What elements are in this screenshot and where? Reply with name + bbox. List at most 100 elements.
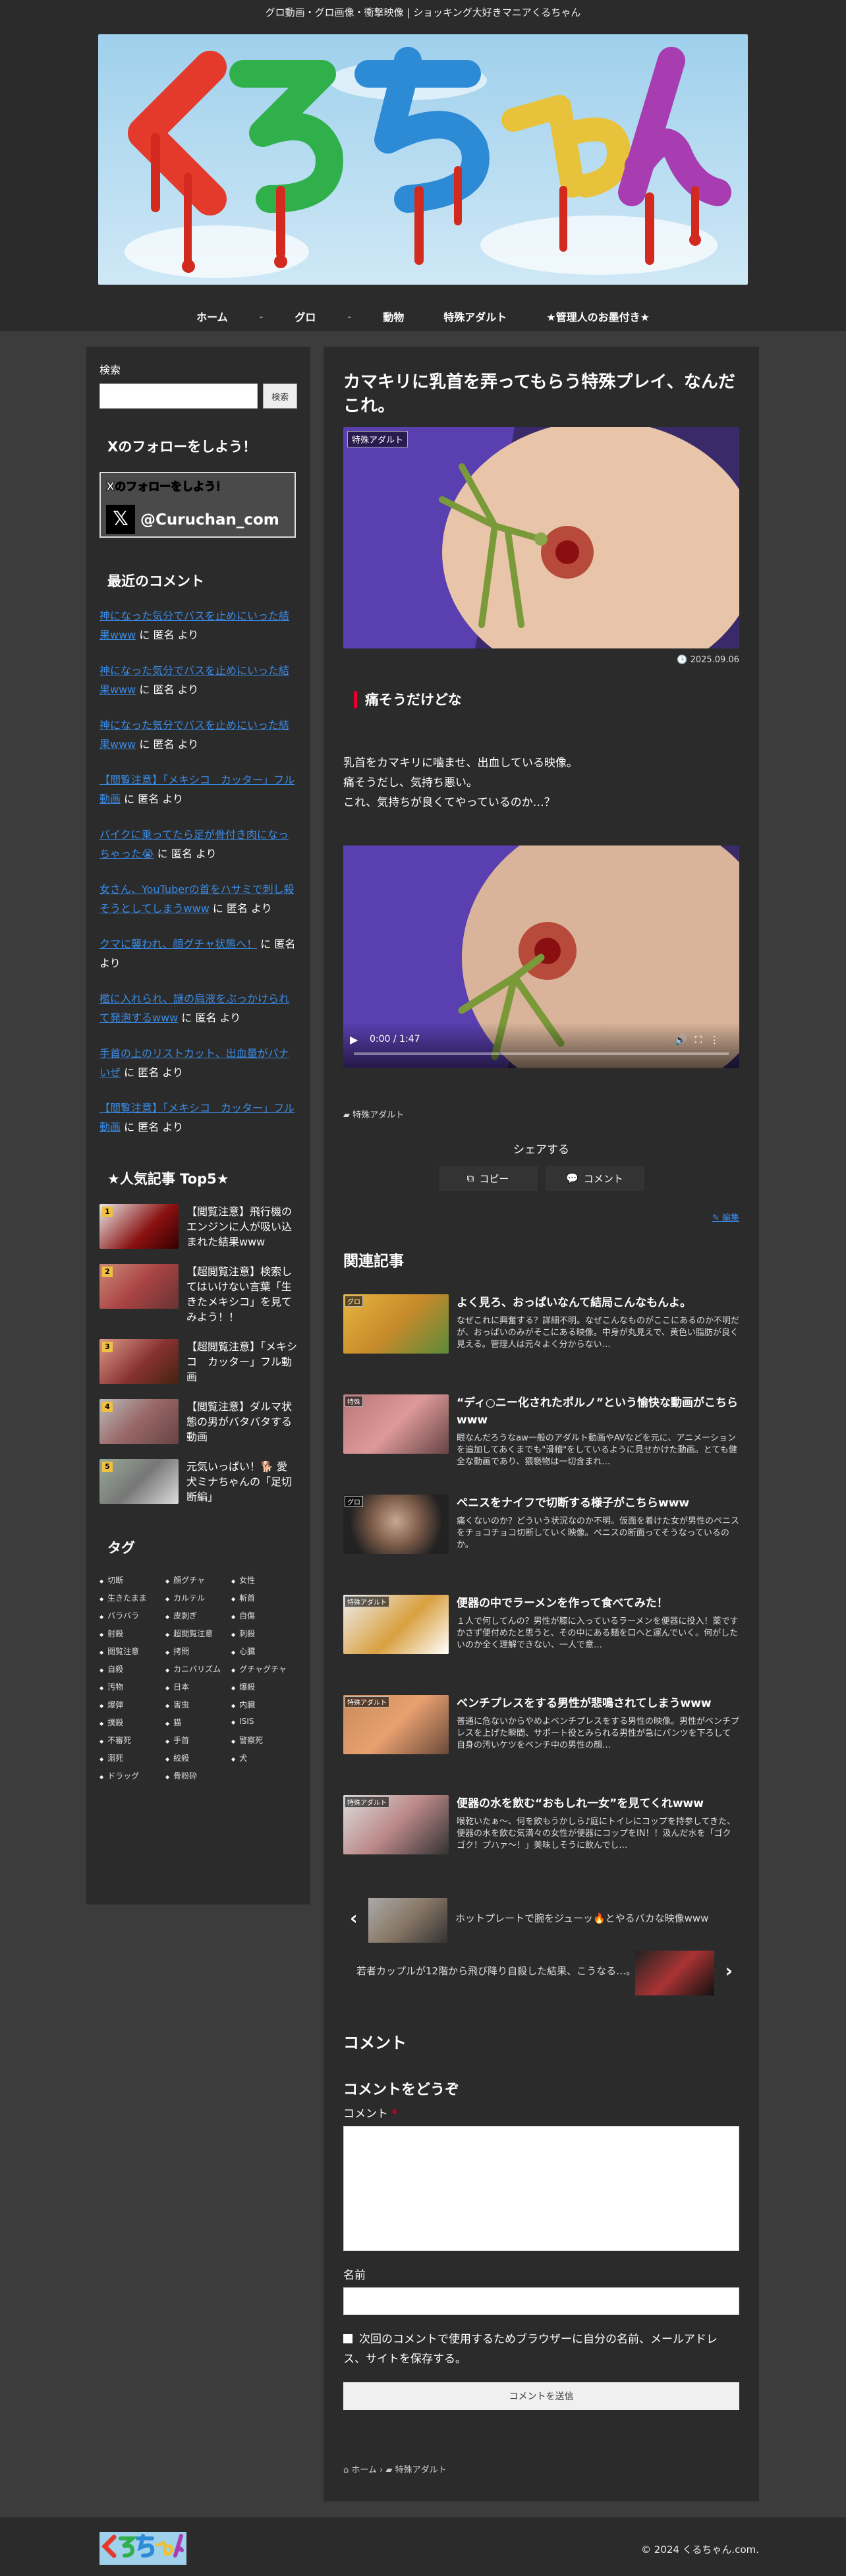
video-control-icons[interactable]: 🔊⛶⋮ [675, 1034, 727, 1046]
tag-link[interactable]: 拷問 [165, 1646, 226, 1657]
tag-link[interactable]: 射殺 [99, 1628, 160, 1639]
post-date-text: 2025.09.06 [690, 655, 739, 665]
tag-link[interactable]: 内臓 [231, 1699, 292, 1710]
post-category[interactable]: ▰ 特殊アダルト [343, 1108, 739, 1120]
play-icon[interactable]: ▶ [350, 1033, 358, 1046]
related-item[interactable]: 特殊 “ディ○ニー化されたポルノ”という愉快な動画がこちらwww 眼なんだろうなa… [343, 1394, 739, 1467]
related-item[interactable]: グロ よく見ろ、おっぱいなんて結局こんなもんよ。 なぜこれに興奮する？詳細不明。な… [343, 1294, 739, 1360]
related-item[interactable]: グロ ペニスをナイフで切断する様子がこちらwww 痛くないのか？どういう状況なのか… [343, 1495, 739, 1560]
comment-author: に 匿名 より [139, 629, 199, 641]
prev-post-link[interactable]: ‹ ホットプレートで腕をジューッ🔥とやるバカな映像www [343, 1895, 739, 1944]
popular-thumbnail: 4 [99, 1399, 179, 1444]
tag-link[interactable]: グチャグチャ [231, 1663, 292, 1674]
tag-link[interactable]: 自傷 [231, 1610, 292, 1621]
related-thumbnail: グロ [343, 1495, 449, 1554]
edit-link[interactable]: ✎ 編集 [343, 1211, 739, 1223]
tag-link[interactable]: 汚物 [99, 1681, 160, 1692]
comment-item: クマに襲われ、顔グチャ状態へ！ に 匿名 より [99, 934, 297, 973]
submit-comment-button[interactable]: コメントを送信 [343, 2382, 739, 2410]
site-logo[interactable] [98, 34, 748, 285]
comment-link[interactable]: クマに襲われ、顔グチャ状態へ！ [99, 938, 257, 950]
comment-author: に 匿名 より [124, 1121, 183, 1133]
tag-link[interactable]: カルテル [165, 1592, 226, 1603]
tag-link[interactable]: 皮剥ぎ [165, 1610, 226, 1621]
tag-link[interactable]: 絞殺 [165, 1752, 226, 1763]
tag-link[interactable]: 刺殺 [231, 1628, 292, 1639]
tag-link[interactable]: カニバリズム [165, 1663, 226, 1674]
comment-author: に 匿名 より [181, 1012, 241, 1024]
nav-home[interactable]: ホーム [177, 308, 248, 324]
related-item[interactable]: 特殊アダルト 便器の水を飲む“おもしれ一女”を見てくれwww 喉乾いたぁ〜、何を飲… [343, 1795, 739, 1861]
tag-link[interactable]: 閲覧注意 [99, 1646, 160, 1657]
follow-banner-line: Xのフォローをしよう！ [105, 480, 227, 494]
tag-link[interactable]: 斬首 [231, 1592, 292, 1603]
nav-guro[interactable]: グロ [275, 308, 335, 324]
tag-link[interactable]: 警察死 [231, 1734, 292, 1746]
breadcrumb-home[interactable]: ホーム [351, 2465, 377, 2475]
related-title: 便器の中でラーメンを作って食べてみた！ [457, 1597, 668, 1610]
breadcrumb-category[interactable]: 特殊アダルト [395, 2465, 447, 2475]
comment-item: 【閲覧注意】「メキシコ カッター」フル動画 に 匿名 より [99, 770, 297, 809]
related-category: グロ [345, 1496, 363, 1507]
comment-label: コメント [583, 1172, 623, 1185]
tag-link[interactable]: 撲殺 [99, 1717, 160, 1728]
related-thumbnail: グロ [343, 1294, 449, 1354]
post-category-label: 特殊アダルト [352, 1110, 405, 1120]
tag-link[interactable]: 生きたまま [99, 1592, 160, 1603]
popular-item[interactable]: 1 【閲覧注意】飛行機のエンジンに人が吸い込まれた結果www [99, 1204, 297, 1249]
related-excerpt: 痛くないのか？どういう状況なのか不明。仮面を着けた女が男性のペニスをチョコチョコ… [457, 1516, 739, 1550]
tag-link[interactable]: 切断 [99, 1574, 160, 1586]
tag-link[interactable]: 心臓 [231, 1646, 292, 1657]
footer-logo[interactable] [99, 2532, 186, 2565]
popular-item[interactable]: 2 【超閲覧注意】検索してはいけない言葉「生きたメキシコ」を見てみよう！！ [99, 1264, 297, 1325]
tag-link[interactable]: 爆弾 [99, 1699, 160, 1710]
category-badge[interactable]: 特殊アダルト [347, 431, 409, 447]
site-header: ホーム - グロ - 動物 特殊アダルト ★管理人のお墨付き★ [0, 25, 846, 331]
comment-author: に 匿名 より [124, 793, 183, 805]
comment-item: 神になった気分でバスを止めにいった結果www に 匿名 より [99, 606, 297, 644]
popular-item[interactable]: 3 【超閲覧注意】「メキシコ カッター」フル動画 [99, 1339, 297, 1385]
related-excerpt: 喉乾いたぁ〜、何を飲もうかしら♪庭にトイレにコップを持参してきた、便器の水を飲む… [457, 1817, 736, 1850]
nav-admin-picks[interactable]: ★管理人のお墨付き★ [526, 308, 669, 324]
tag-link[interactable]: 爆殺 [231, 1681, 292, 1692]
tag-link[interactable]: 手首 [165, 1734, 226, 1746]
related-item[interactable]: 特殊アダルト 便器の中でラーメンを作って食べてみた！ １人で何してんの？男性が膝に… [343, 1595, 739, 1661]
comment-form-heading: コメントをどうぞ [343, 2082, 460, 2098]
tag-link[interactable]: 害虫 [165, 1699, 226, 1710]
related-category: グロ [345, 1296, 363, 1307]
tag-link[interactable]: 超閲覧注意 [165, 1628, 226, 1639]
comment-button[interactable]: 💬 コメント [545, 1166, 644, 1191]
search-button[interactable]: 検索 [263, 384, 297, 409]
tag-link[interactable]: 顔グチャ [165, 1574, 226, 1586]
comment-item: 神になった気分でバスを止めにいった結果www に 匿名 より [99, 716, 297, 754]
nav-animals[interactable]: 動物 [363, 308, 424, 324]
x-follow-banner[interactable]: Xのフォローをしよう！ 𝕏 @Curuchan_com [99, 472, 296, 538]
popular-item[interactable]: 4 【閲覧注意】ダルマ状態の男がバタバタする動画 [99, 1399, 297, 1445]
related-thumbnail: 特殊アダルト [343, 1795, 449, 1854]
popular-item[interactable]: 5 元気いっぱい！🐕 愛犬ミナちゃんの「足切断編」 [99, 1459, 297, 1504]
next-thumbnail [635, 1951, 714, 1995]
tag-link[interactable]: 溺死 [99, 1752, 160, 1763]
search-input[interactable] [99, 384, 258, 409]
tag-link[interactable]: 犬 [231, 1752, 292, 1763]
tag-link[interactable]: バラバラ [99, 1610, 160, 1621]
tag-link[interactable]: 自殺 [99, 1663, 160, 1674]
name-input[interactable] [343, 2287, 739, 2315]
comment-textarea[interactable] [343, 2126, 739, 2251]
video-player[interactable]: ▶ 0:00 / 1:47 🔊⛶⋮ [343, 845, 739, 1068]
copy-button[interactable]: ⧉ コピー [438, 1166, 538, 1191]
tag-link[interactable]: ISIS [231, 1717, 292, 1728]
nav-special-adult[interactable]: 特殊アダルト [424, 308, 526, 324]
tag-link[interactable]: 日本 [165, 1681, 226, 1692]
tag-link[interactable]: 不審死 [99, 1734, 160, 1746]
next-post-link[interactable]: 若者カップルが12階から飛び降り自殺した結果、こうなる…。 › [343, 1948, 739, 1997]
tag-link[interactable]: 女性 [231, 1574, 292, 1586]
tag-link[interactable]: 猫 [165, 1717, 226, 1728]
video-progress-bar[interactable] [354, 1052, 729, 1055]
tag-link[interactable]: 骨粉砕 [165, 1770, 226, 1781]
video-time: 0:00 / 1:47 [370, 1034, 420, 1045]
tag-link[interactable]: ドラッグ [99, 1770, 160, 1781]
save-info-checkbox[interactable] [343, 2334, 352, 2343]
related-item[interactable]: 特殊アダルト ベンチプレスをする男性が悲鳴されてしまうwww 普通に危ないからやめ… [343, 1695, 739, 1761]
comment-author: に 匿名 より [139, 683, 199, 696]
